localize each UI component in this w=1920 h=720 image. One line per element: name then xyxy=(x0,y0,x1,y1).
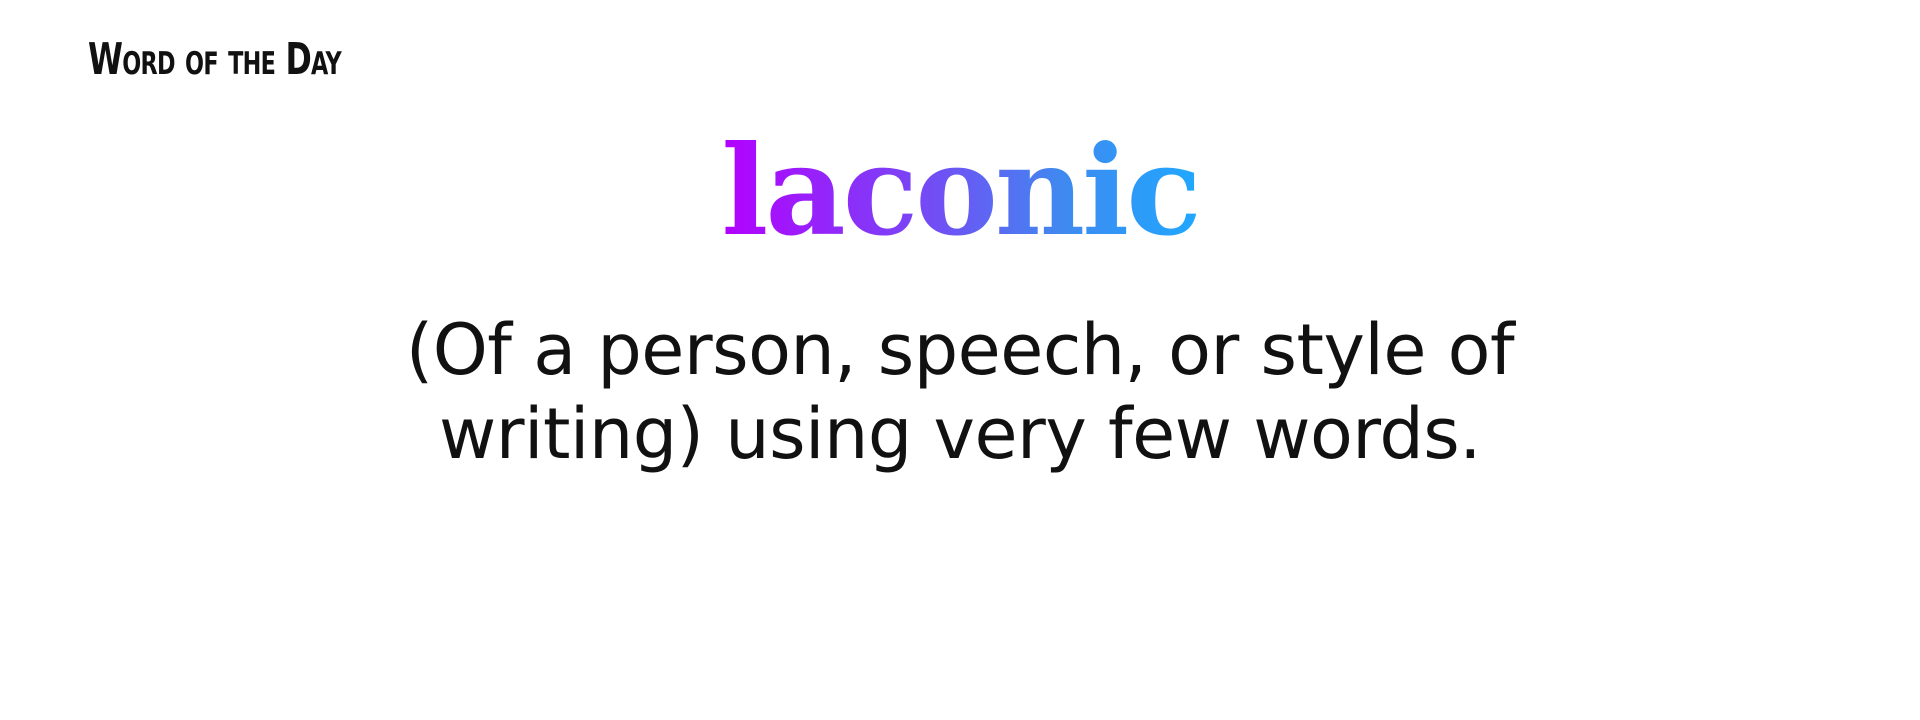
featured-word: laconic xyxy=(721,119,1201,264)
word-of-the-day-label: Word of the Day xyxy=(88,34,342,85)
word-definition: (Of a person, speech, or style of writin… xyxy=(405,309,1515,475)
featured-word-container: laconic xyxy=(0,130,1920,254)
